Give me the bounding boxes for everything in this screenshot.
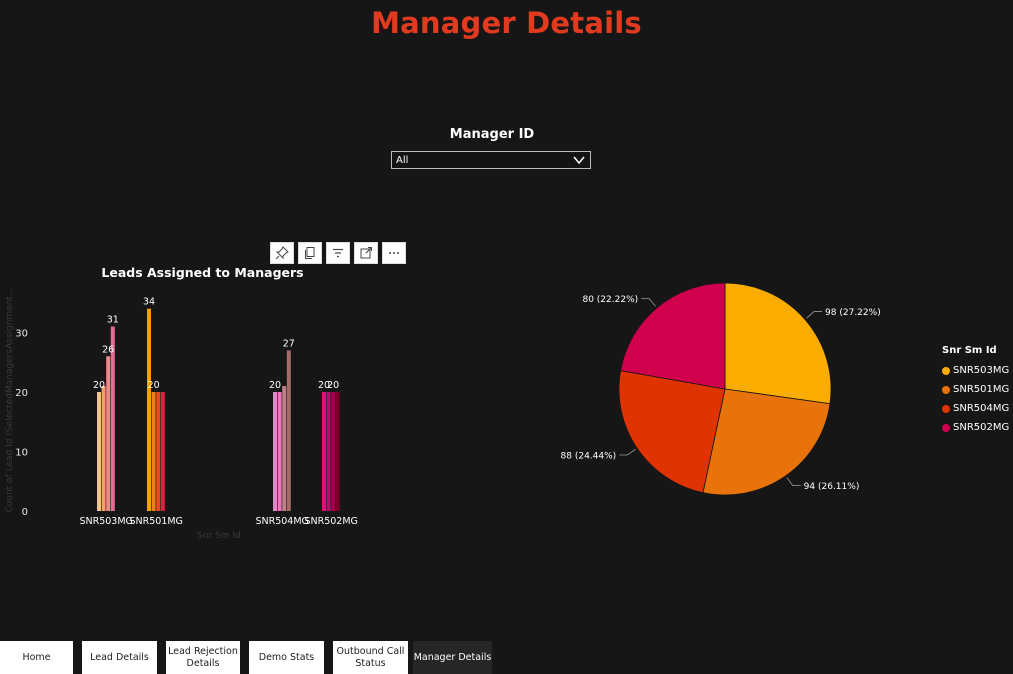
bar-data-label: 20 — [327, 380, 339, 391]
bar-data-label: 34 — [143, 297, 155, 308]
pin-visual-button[interactable] — [270, 242, 294, 264]
y-axis-title: Count of Lead Id (SelectedManagersAssign… — [5, 287, 15, 512]
chevron-down-icon — [573, 156, 585, 165]
report-canvas: Manager Details Manager ID All Leads Ass… — [0, 0, 1013, 674]
legend-dot-icon — [942, 385, 950, 394]
bar[interactable] — [331, 392, 336, 511]
bar-data-label: 20 — [269, 380, 281, 391]
bar[interactable] — [147, 308, 151, 511]
pie-data-label: 98 (27.22%) — [825, 308, 881, 318]
bar-data-label: 31 — [107, 315, 119, 326]
bar[interactable] — [335, 392, 340, 511]
pie-legend: Snr Sm Id SNR503MG SNR501MG SNR504MG SNR… — [942, 345, 1009, 437]
y-tick-label: 20 — [15, 388, 28, 399]
bar-data-label: 20 — [148, 380, 160, 391]
pie-leader-line — [619, 449, 636, 456]
bar[interactable] — [286, 350, 291, 511]
pie-leader-line — [641, 298, 656, 307]
y-tick-label: 30 — [15, 329, 28, 340]
page-tabs: Home Lead Details Lead Rejection Details… — [0, 641, 1013, 674]
bar-data-label: 26 — [102, 344, 114, 355]
pie-data-label: 80 (22.22%) — [582, 295, 638, 305]
legend-label: SNR502MG — [953, 422, 1010, 433]
x-category-label: SNR501MG — [129, 516, 182, 527]
bar-chart[interactable]: Count of Lead Id (SelectedManagersAssign… — [0, 280, 380, 550]
legend-dot-icon — [942, 366, 950, 375]
legend-item[interactable]: SNR504MG — [942, 399, 1009, 418]
visual-header-toolbar — [270, 242, 406, 264]
x-category-label: SNR504MG — [255, 516, 308, 527]
bar[interactable] — [282, 386, 287, 511]
legend-item[interactable]: SNR502MG — [942, 418, 1009, 437]
more-options-button[interactable] — [382, 242, 406, 264]
y-tick-label: 10 — [15, 448, 28, 459]
tab-home[interactable]: Home — [0, 641, 73, 674]
bar[interactable] — [106, 356, 111, 511]
x-axis-title: Snr Sm Id — [197, 531, 241, 541]
x-category-label: SNR503MG — [79, 516, 132, 527]
bar[interactable] — [277, 392, 282, 511]
pie-leader-line — [786, 477, 801, 487]
legend-title: Snr Sm Id — [942, 345, 997, 356]
copy-visual-button[interactable] — [298, 242, 322, 264]
legend-item[interactable]: SNR503MG — [942, 361, 1009, 380]
bar[interactable] — [101, 386, 106, 511]
legend-dot-icon — [942, 404, 950, 413]
tab-manager-details[interactable]: Manager Details — [413, 641, 492, 674]
tab-lead-details[interactable]: Lead Details — [82, 641, 157, 674]
pie-leader-line — [806, 311, 823, 319]
dropdown-selected-value: All — [396, 155, 409, 166]
focus-mode-icon — [360, 247, 372, 259]
legend-label: SNR503MG — [953, 365, 1010, 376]
pie-slice[interactable] — [724, 282, 832, 405]
legend-label: SNR504MG — [953, 403, 1010, 414]
bar[interactable] — [156, 392, 161, 511]
legend-label: SNR501MG — [953, 384, 1010, 395]
pie-data-label: 94 (26.11%) — [804, 482, 860, 492]
filter-visual-button[interactable] — [326, 242, 350, 264]
bar[interactable] — [160, 392, 165, 511]
bar-chart-title: Leads Assigned to Managers — [101, 265, 304, 280]
copy-icon — [305, 247, 315, 259]
bar[interactable] — [97, 392, 101, 511]
legend-item[interactable]: SNR501MG — [942, 380, 1009, 399]
x-category-label: SNR502MG — [304, 516, 357, 527]
bar-data-label: 20 — [93, 380, 105, 391]
focus-mode-button[interactable] — [354, 242, 378, 264]
page-title: Manager Details — [371, 6, 642, 40]
legend-dot-icon — [942, 423, 950, 432]
bar[interactable] — [273, 392, 277, 511]
tab-lead-rejection-details[interactable]: Lead Rejection Details — [166, 641, 240, 674]
bar-data-label: 27 — [283, 338, 295, 349]
y-tick-label: 0 — [22, 507, 28, 518]
tab-outbound-call-status[interactable]: Outbound Call Status — [333, 641, 408, 674]
pie-data-label: 88 (24.44%) — [561, 451, 617, 461]
pin-icon — [275, 246, 289, 260]
tab-demo-stats[interactable]: Demo Stats — [249, 641, 324, 674]
bar[interactable] — [151, 392, 156, 511]
slicer-title: Manager ID — [449, 127, 535, 142]
bar[interactable] — [322, 392, 326, 511]
more-options-icon — [389, 252, 399, 254]
manager-id-dropdown[interactable]: All — [391, 151, 591, 169]
bar[interactable] — [326, 392, 331, 511]
filter-icon — [333, 248, 343, 258]
pie-chart[interactable]: 98 (27.22%) 94 (26.11%) 88 (24.44%) 80 (22.… — [540, 260, 940, 520]
